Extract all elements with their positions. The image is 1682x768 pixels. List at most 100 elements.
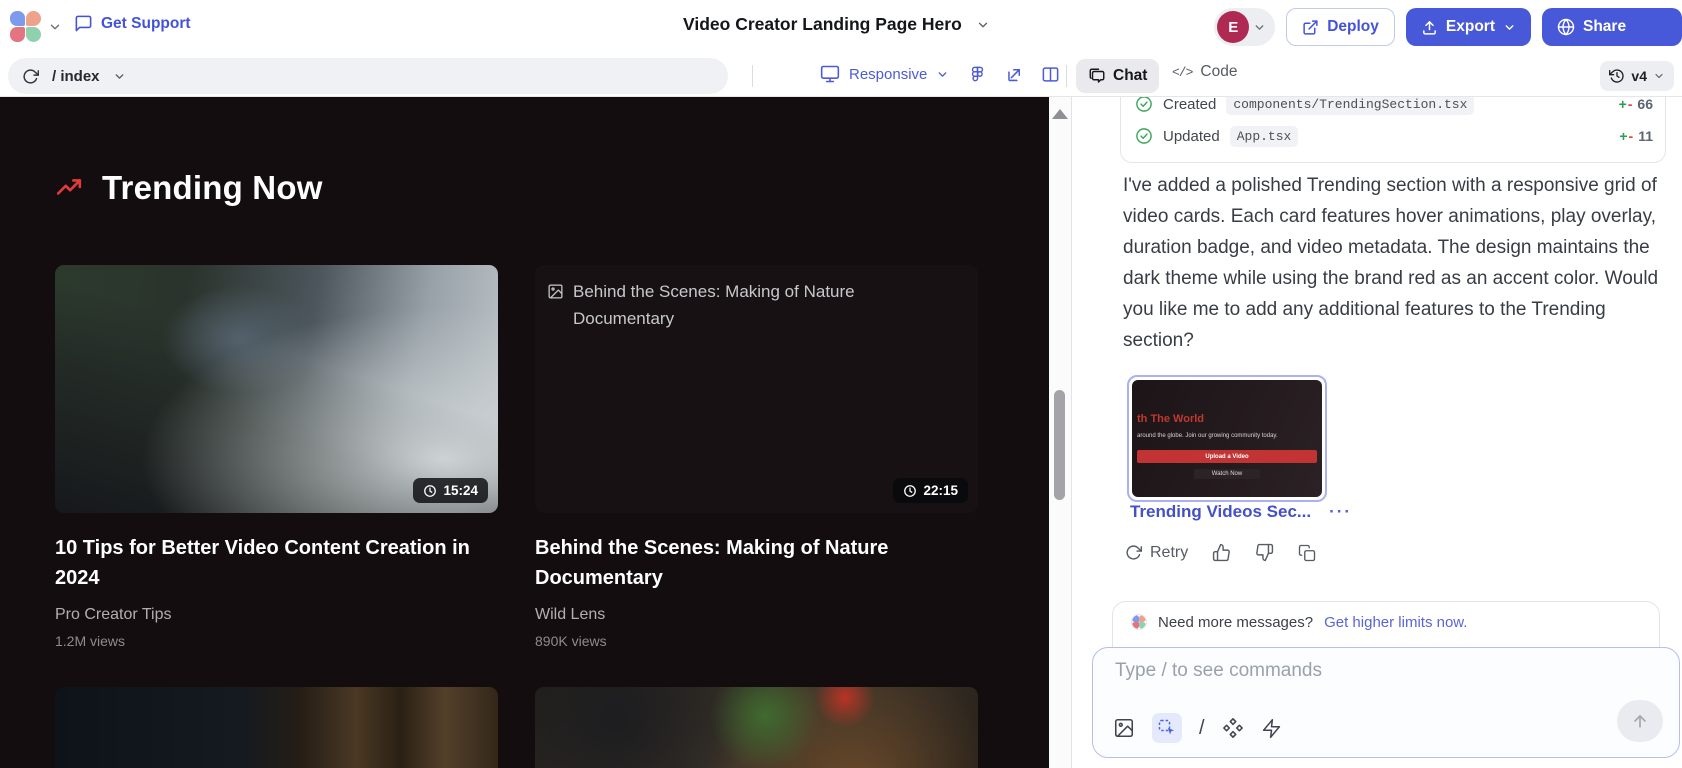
video-channel: Wild Lens: [535, 606, 978, 624]
quick-actions-bolt-icon[interactable]: [1261, 718, 1282, 739]
avatar-chevron-icon: [1253, 21, 1266, 34]
video-title[interactable]: 10 Tips for Better Video Content Creatio…: [55, 533, 475, 593]
trending-up-icon: [53, 175, 85, 201]
component-attachment-thumbnail[interactable]: th The World around the globe. Join our …: [1127, 375, 1327, 502]
share-button[interactable]: Share: [1542, 8, 1682, 46]
video-thumbnail[interactable]: 15:24: [55, 265, 498, 513]
video-card[interactable]: [55, 687, 498, 768]
open-in-new-icon[interactable]: [1005, 65, 1024, 84]
check-circle-icon: [1135, 95, 1153, 113]
file-action: Updated: [1163, 128, 1220, 145]
upgrade-link[interactable]: Get higher limits now.: [1324, 614, 1467, 631]
export-chevron-icon: [1503, 21, 1516, 34]
url-bar[interactable]: / index: [8, 58, 728, 94]
diff-stats: + - 11: [1619, 128, 1653, 144]
code-tab-label: Code: [1200, 63, 1237, 81]
panel-divider: [1071, 97, 1072, 768]
tab-code[interactable]: </> Code: [1172, 63, 1237, 81]
thumbs-up-icon[interactable]: [1212, 543, 1231, 562]
deploy-label: Deploy: [1327, 18, 1379, 36]
device-mode-label: Responsive: [849, 66, 927, 83]
scrollbar-thumb[interactable]: [1054, 390, 1065, 500]
assistant-message: I've added a polished Trending section w…: [1123, 170, 1673, 356]
video-title[interactable]: Behind the Scenes: Making of Nature Docu…: [535, 533, 955, 593]
get-support-label: Get Support: [101, 15, 191, 33]
components-icon[interactable]: [1222, 717, 1244, 739]
chat-panel: Created components/TrendingSection.tsx +…: [1072, 97, 1682, 768]
preview-toolbar: / index Responsive: [0, 55, 1682, 97]
message-actions: Retry: [1125, 543, 1316, 562]
section-title: Trending Now: [102, 169, 323, 207]
file-change-row: Updated App.tsx + - 11: [1135, 124, 1653, 148]
external-link-icon: [1302, 19, 1319, 36]
attachment-title-row: Trending Videos Sec... ···: [1130, 502, 1352, 522]
duration-label: 22:15: [923, 483, 958, 498]
tab-chat[interactable]: Chat: [1076, 59, 1159, 93]
scroll-up-arrow[interactable]: [1052, 109, 1068, 119]
route-path: / index: [52, 68, 100, 85]
monitor-icon: [820, 64, 840, 84]
export-button[interactable]: Export: [1406, 8, 1531, 46]
project-title-menu[interactable]: Video Creator Landing Page Hero: [683, 14, 990, 35]
diff-count: 66: [1637, 96, 1653, 112]
chat-input[interactable]: [1115, 660, 1555, 682]
mini-headline: th The World: [1137, 413, 1204, 425]
file-name-chip[interactable]: App.tsx: [1230, 126, 1299, 147]
version-history-button[interactable]: v4: [1600, 61, 1674, 91]
support-bubble-icon: [74, 14, 93, 33]
version-chevron-icon: [1653, 70, 1665, 82]
composer-tools: /: [1113, 713, 1282, 743]
code-icon: </>: [1172, 65, 1192, 80]
split-view-icon[interactable]: [1041, 65, 1060, 84]
alt-text: Behind the Scenes: Making of Nature Docu…: [573, 278, 903, 332]
toolbar-divider: [1066, 65, 1067, 87]
thumbs-down-icon[interactable]: [1255, 543, 1274, 562]
diff-removed: -: [1629, 128, 1634, 144]
account-menu[interactable]: E: [1214, 8, 1275, 46]
diff-added: +: [1619, 128, 1627, 144]
mini-primary-button: Upload a Video: [1137, 450, 1317, 463]
select-element-tool-icon[interactable]: [1152, 713, 1182, 743]
video-views: 890K views: [535, 633, 978, 649]
copy-icon[interactable]: [1298, 544, 1316, 562]
attachment-mini-preview: th The World around the globe. Join our …: [1132, 380, 1322, 497]
get-support-link[interactable]: Get Support: [74, 14, 191, 33]
slash-command-icon[interactable]: /: [1199, 717, 1205, 740]
send-button[interactable]: [1617, 700, 1663, 742]
preview-scrollbar[interactable]: [1049, 97, 1071, 768]
banner-text: Need more messages?: [1158, 614, 1313, 631]
history-icon: [1609, 68, 1625, 84]
header-actions: E Deploy Export: [1214, 8, 1682, 46]
attachment-menu-dots[interactable]: ···: [1329, 502, 1352, 522]
export-label: Export: [1446, 18, 1495, 36]
video-thumbnail[interactable]: Behind the Scenes: Making of Nature Docu…: [535, 265, 978, 513]
mini-tagline: around the globe. Join our growing commu…: [1137, 433, 1278, 439]
attachment-title[interactable]: Trending Videos Sec...: [1130, 502, 1311, 522]
duration-badge: 22:15: [893, 478, 968, 503]
mini-secondary-button: Watch Now: [1194, 469, 1260, 479]
chat-composer[interactable]: /: [1092, 647, 1680, 758]
retry-button[interactable]: Retry: [1125, 544, 1188, 562]
video-card[interactable]: [535, 687, 978, 768]
video-card[interactable]: Behind the Scenes: Making of Nature Docu…: [535, 265, 978, 649]
video-thumbnail[interactable]: [535, 687, 978, 768]
toolbar-divider: [752, 65, 753, 87]
app-window: Get Support Video Creator Landing Page H…: [0, 0, 1682, 768]
attach-image-icon[interactable]: [1113, 717, 1135, 739]
device-chevron-icon: [936, 68, 949, 81]
logo-menu-chevron-icon[interactable]: [48, 20, 62, 34]
video-thumbnail[interactable]: [55, 687, 498, 768]
chat-bubbles-icon: [1088, 67, 1106, 85]
app-logo-icon[interactable]: [10, 11, 42, 43]
refresh-icon[interactable]: [22, 68, 39, 85]
video-card[interactable]: 15:24 10 Tips for Better Video Content C…: [55, 265, 498, 649]
device-mode-select[interactable]: Responsive: [820, 64, 949, 84]
broken-image-icon: [547, 278, 564, 332]
video-channel: Pro Creator Tips: [55, 606, 498, 624]
file-action: Created: [1163, 96, 1216, 113]
deploy-button[interactable]: Deploy: [1286, 8, 1395, 46]
route-chevron-icon[interactable]: [113, 70, 126, 83]
retry-icon: [1125, 544, 1142, 561]
figma-icon[interactable]: [968, 65, 987, 84]
avatar: E: [1217, 11, 1249, 43]
